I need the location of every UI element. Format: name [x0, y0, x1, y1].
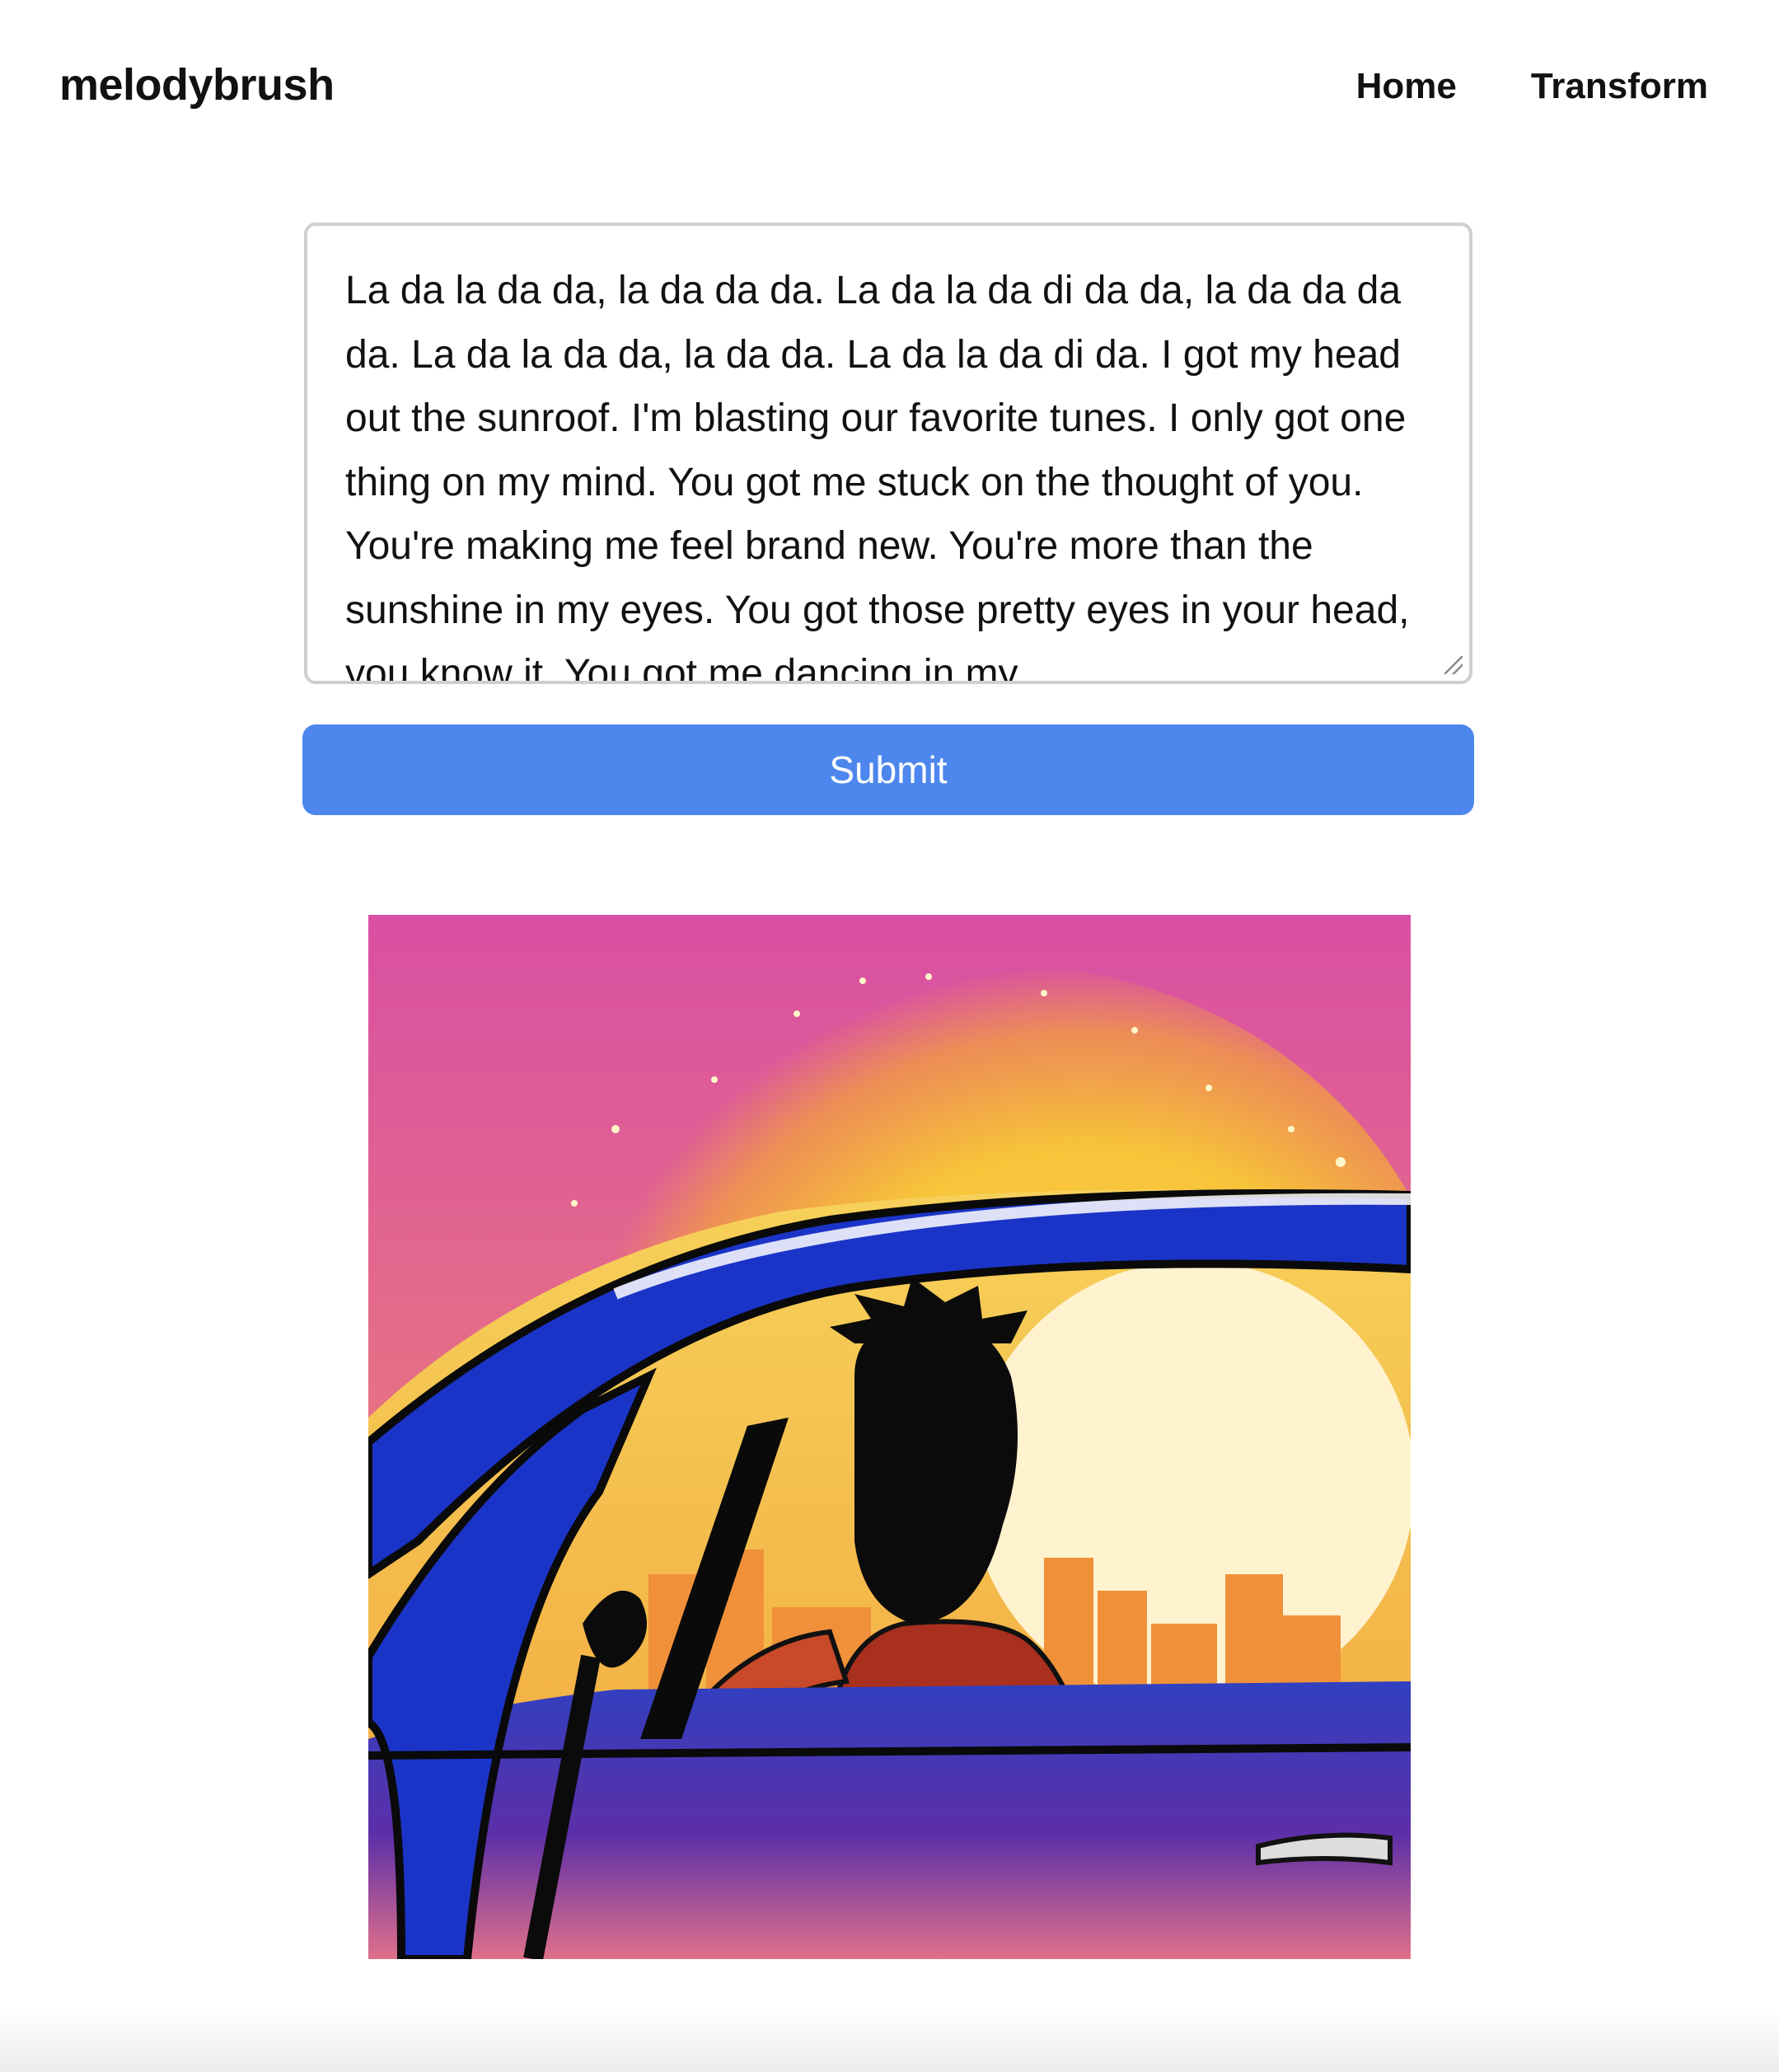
nav-transform-link[interactable]: Transform	[1531, 66, 1708, 107]
lyrics-textarea[interactable]: La da la da da, la da da da. La da la da…	[304, 223, 1472, 684]
main-nav: Home Transform	[1356, 66, 1708, 107]
site-logo[interactable]: melodybrush	[59, 59, 335, 110]
nav-home-link[interactable]: Home	[1356, 66, 1457, 107]
generated-artwork-image	[368, 915, 1411, 1959]
lyrics-text-value: La da la da da, la da da da. La da la da…	[345, 269, 1410, 684]
page: melodybrush Home Transform La da la da d…	[0, 0, 1779, 2072]
bottom-fade	[0, 2011, 1779, 2072]
submit-button[interactable]: Submit	[302, 724, 1474, 815]
resize-grip-icon[interactable]	[1444, 656, 1463, 674]
